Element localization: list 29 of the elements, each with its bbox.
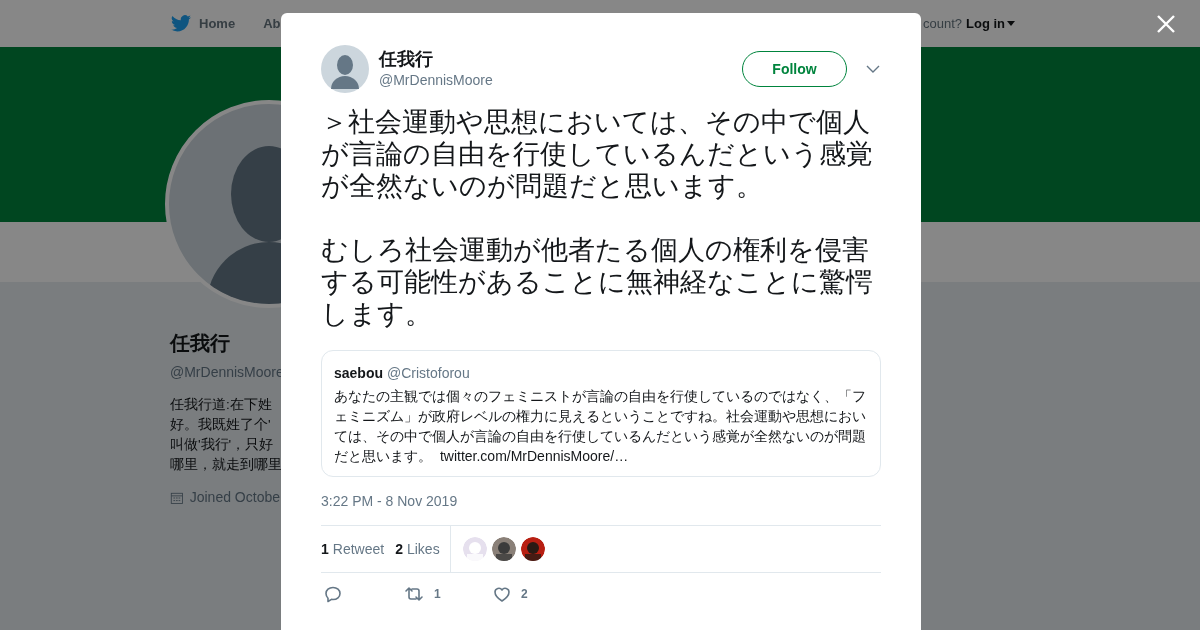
bio-line: 任我行道:在下姓: [170, 396, 272, 414]
quoted-user-name: saebou: [334, 364, 383, 383]
quoted-tweet-card[interactable]: saebou @Cristoforou あなたの主観では個々のフェミニストが言論の自由を行使しているのではなく、「フェミニズム」が政府レベルの権力に見えるということですね。社会運動や思想においては、その中で個人が言論の自由を行使しているんだという感覚が全然ないのが問題だと思います。 twitter.com/MrDennisMoore/…: [321, 350, 881, 477]
profile-handle: @MrDennisMoore: [170, 363, 280, 382]
retweet-icon[interactable]: [404, 585, 424, 603]
quoted-user-handle: @Cristoforou: [387, 364, 470, 383]
stat-count[interactable]: 2 Likes: [395, 538, 440, 560]
login-link[interactable]: Log in: [966, 13, 1015, 34]
account-prompt: count?: [922, 14, 962, 33]
quoted-tweet-text: あなたの主観では個々のフェミニストが言論の自由を行使しているのではなく、「フェミニズム」が政府レベルの権力に見えるということですね。社会運動や思想においては、その中で個人が言論の自由を行使しているんだという感覚が全然ないのが問題だと思います。 twitter.com/MrDennisMoore/…: [334, 387, 867, 466]
reply-icon[interactable]: [324, 585, 342, 603]
profile-name: 任我行: [170, 331, 231, 356]
action-count: 2: [521, 586, 528, 603]
action-count: 1: [434, 586, 441, 603]
bio-line: 哪里，就走到哪里: [170, 456, 282, 474]
heart-icon[interactable]: [493, 585, 511, 603]
bio-line: 叫做'我行'，只好: [170, 436, 274, 454]
tweet-text: ＞社会運動や思想においては、その中で個人が言論の自由を行使しているんだという感覚が全然ないのが問題だと思います。: [321, 106, 874, 202]
user-avatar-icon: [321, 45, 369, 93]
close-button[interactable]: [1155, 13, 1177, 35]
user-handle: @MrDennisMoore: [379, 70, 493, 90]
user-name: 任我行: [379, 47, 434, 70]
joined-date: Joined Octobe: [189, 488, 280, 507]
chevron-down-icon[interactable]: [866, 65, 880, 73]
stat-count[interactable]: 1 Retweet: [321, 538, 385, 560]
tweet-link[interactable]: twitter.com/MrDennisMoore/…: [439, 448, 629, 464]
tweet-text: むしろ社会運動が他者たる個人の権利を侵害する可能性があることに無神経なことに驚愕します。: [321, 234, 874, 330]
tweet-timestamp: 3:22 PM - 8 Nov 2019: [321, 492, 459, 511]
bio-line: 好。我既姓了个': [170, 416, 271, 434]
